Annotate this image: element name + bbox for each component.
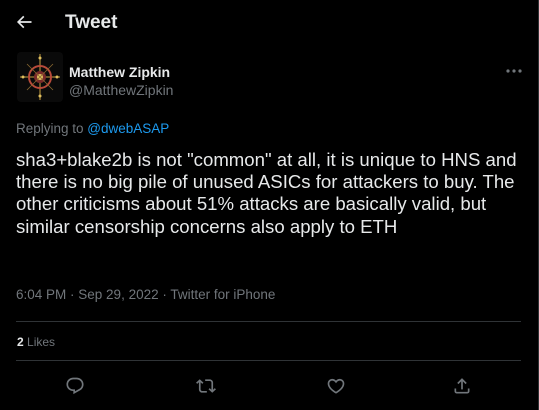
divider <box>16 360 521 361</box>
likes-stat[interactable]: 2 Likes <box>17 335 55 349</box>
share-button[interactable] <box>448 372 476 400</box>
page-title: Tweet <box>65 12 118 33</box>
more-button[interactable] <box>500 62 528 80</box>
replying-to: Replying to @dwebASAP <box>16 121 169 136</box>
tweet-text: sha3+blake2b is not "common" at all, it … <box>16 149 517 237</box>
tweet-source[interactable]: Twitter for iPhone <box>170 287 275 302</box>
tweet-meta: 6:04 PM · Sep 29, 2022 · Twitter for iPh… <box>16 287 275 302</box>
likes-label: Likes <box>23 335 56 349</box>
share-icon <box>454 378 470 394</box>
replying-prefix: Replying to <box>16 121 88 136</box>
more-icon <box>506 69 522 73</box>
action-bar <box>0 372 539 400</box>
header: Tweet <box>0 0 539 46</box>
retweet-button[interactable] <box>192 372 220 400</box>
mention-link[interactable]: @dwebASAP <box>87 121 169 136</box>
tweet-date[interactable]: Sep 29, 2022 <box>78 287 158 302</box>
reply-button[interactable] <box>61 372 89 400</box>
divider <box>16 321 521 322</box>
back-button[interactable] <box>10 8 38 36</box>
heart-icon <box>327 378 345 394</box>
author-name[interactable]: Matthew Zipkin <box>69 64 170 80</box>
reply-icon <box>66 377 84 395</box>
meta-separator: · <box>66 287 79 302</box>
likes-count: 2 <box>17 335 24 349</box>
avatar[interactable] <box>17 52 63 102</box>
like-button[interactable] <box>322 372 350 400</box>
meta-separator: · <box>158 287 171 302</box>
arrow-left-icon <box>16 15 32 29</box>
retweet-icon <box>196 379 216 393</box>
author-handle[interactable]: @MatthewZipkin <box>69 82 173 98</box>
tweet-time[interactable]: 6:04 PM <box>16 287 66 302</box>
